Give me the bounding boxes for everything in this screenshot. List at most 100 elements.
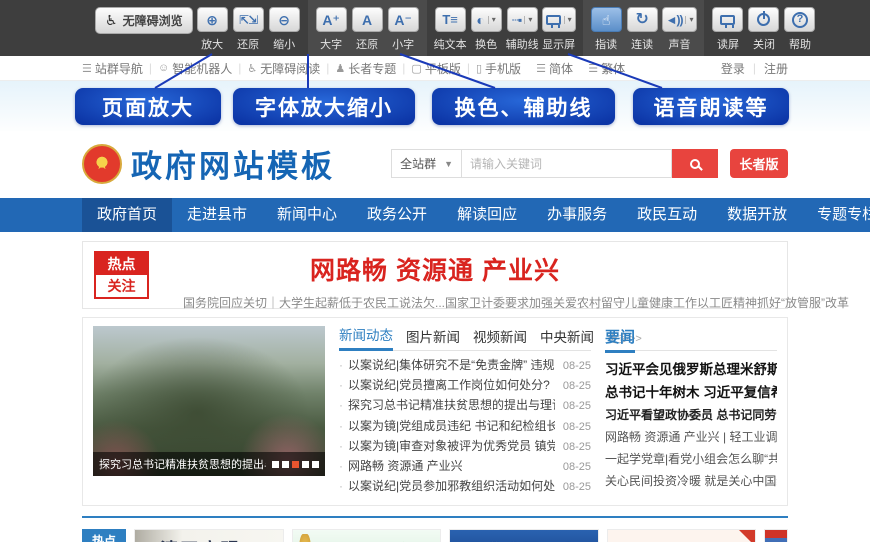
tab-photo-news[interactable]: 图片新闻 [406, 326, 460, 350]
utility-accessible-reading[interactable]: ♿无障碍阅读 [247, 60, 320, 77]
news-link[interactable]: 以案为镜|党组成员违纪 书记和纪检组长被问责 [348, 417, 555, 436]
news-link[interactable]: 以案说纪|集体研究不是“免责金牌” 违规发放津补贴被... [348, 356, 555, 375]
utility-simplified-chinese[interactable]: ☰简体 [536, 60, 573, 77]
point-read-button[interactable]: ☝ [591, 7, 622, 32]
font-decrease-icon: A⁻ [394, 13, 412, 27]
color-scheme-label: 换色 [475, 36, 497, 52]
display-screen-button[interactable]: ▾ [542, 7, 576, 32]
help-button[interactable]: ? [784, 7, 815, 32]
utility-elder-topic[interactable]: ♟长者专题 [335, 60, 396, 77]
annotation-band: 页面放大 字体放大缩小 换色、辅助线 语音朗读等 [0, 81, 870, 131]
chevron-down-icon[interactable]: ▾ [564, 16, 572, 24]
font-increase-button[interactable]: A⁺ [316, 7, 347, 32]
carousel-dot[interactable] [282, 461, 289, 468]
carousel-dot[interactable] [272, 461, 279, 468]
carousel-caption[interactable]: 探究习总书记精准扶贫思想的提出与理论基础 [99, 456, 266, 472]
topic-banner-partial[interactable] [764, 529, 788, 542]
reading-guide-button[interactable]: ┄▪▾ [507, 7, 538, 32]
search-scope-select[interactable]: 全站群 ▼ [391, 149, 462, 178]
nav-item-gov-disclosure[interactable]: 政务公开 [352, 198, 442, 232]
nav-item-open-data[interactable]: 数据开放 [712, 198, 802, 232]
nav-item-home[interactable]: 政府首页 [82, 198, 172, 232]
news-link[interactable]: 以案说纪|党员擅离工作岗位如何处分? [348, 376, 555, 395]
screen-reader-button[interactable] [712, 7, 743, 32]
news-tabs: 新闻动态 图片新闻 视频新闻 中央新闻 更多>> [339, 326, 591, 351]
carousel-dot[interactable] [312, 461, 319, 468]
carousel-caption-bar: 探究习总书记精准扶贫思想的提出与理论基础 [93, 452, 325, 476]
nav-item-about-county[interactable]: 走进县市 [172, 198, 262, 232]
font-increase-icon: A⁺ [322, 13, 340, 27]
important-news-link[interactable]: 网路畅 资源通 产业兴 | 轻工业调整和振兴规划 [605, 426, 777, 448]
news-link[interactable]: 探究习总书记精准扶贫思想的提出与理论基础 [348, 396, 555, 415]
topic-banner-two-sessions[interactable]: 聚焦全国两会 [449, 529, 599, 542]
carousel-dot[interactable] [302, 461, 309, 468]
news-carousel-image[interactable]: 探究习总书记精准扶贫思想的提出与理论基础 [93, 326, 325, 476]
elder-version-button[interactable]: 长者版 [730, 149, 788, 178]
utility-traditional-chinese[interactable]: ☰繁体 [588, 60, 625, 77]
chevron-down-icon[interactable]: ▾ [488, 16, 496, 24]
utility-tablet-version[interactable]: ▢平板版 [411, 60, 460, 77]
chevron-down-icon[interactable]: ▾ [524, 16, 532, 24]
toolbar-group-zoom: ♿ 无障碍浏览 ⊕ 放大 ⇱⇲ 还原 ⊖ 缩小 [88, 0, 308, 56]
important-news-link[interactable]: 总书记十年树木 习近平复信希腊学者 [605, 381, 777, 404]
tab-news-updates[interactable]: 新闻动态 [339, 324, 393, 351]
important-news-link[interactable]: 一起学党章|看党小组会怎么聊“共产主义渺茫论 [605, 448, 777, 470]
important-news-link[interactable]: 关心民间投资冷暖 就是关心中国经济冷暖 [605, 470, 777, 492]
news-list-panel: 新闻动态 图片新闻 视频新闻 中央新闻 更多>> ·以案说纪|集体研究不是“免责… [339, 326, 591, 497]
news-list-item: ·以案说纪|集体研究不是“免责金牌” 违规发放津补贴被...08-25 [339, 356, 591, 376]
font-decrease-button[interactable]: A⁻ [388, 7, 419, 32]
zoom-out-button[interactable]: ⊖ [269, 7, 300, 32]
important-news-link[interactable]: 习近平看望政协委员 总书记同劳动人民在一起 [605, 404, 777, 426]
tab-central-news[interactable]: 中央新闻 [540, 326, 594, 350]
close-toolbar-button[interactable] [748, 7, 779, 32]
nav-item-services[interactable]: 办事服务 [532, 198, 622, 232]
zoom-reset-icon: ⇱⇲ [239, 14, 257, 26]
tab-video-news[interactable]: 视频新闻 [473, 326, 527, 350]
zoom-in-button[interactable]: ⊕ [197, 7, 228, 32]
nav-item-news-center[interactable]: 新闻中心 [262, 198, 352, 232]
font-reset-icon: A [362, 13, 372, 27]
wheelchair-icon: ♿ [247, 62, 257, 75]
topic-banner-integrity[interactable]: 清正廉明廉 [134, 529, 284, 542]
carousel-dot-active[interactable] [292, 461, 299, 468]
nav-item-special-topics[interactable]: 专题专栏 [802, 198, 870, 232]
nav-item-interpretation[interactable]: 解读回应 [442, 198, 532, 232]
search-button[interactable] [672, 149, 718, 178]
continuous-read-button[interactable]: ↻ [627, 7, 658, 32]
hot-headline-link[interactable]: 网路畅 资源通 产业兴 [83, 242, 787, 287]
news-link[interactable]: 以案说纪|党员参加邪教组织活动如何处分? [348, 477, 555, 496]
news-link[interactable]: 网路畅 资源通 产业兴 [348, 457, 555, 476]
font-reset-button[interactable]: A [352, 7, 383, 32]
sound-button[interactable]: ◄))▾ [662, 7, 698, 32]
site-logo[interactable]: ★ 政府网站模板 [82, 141, 335, 186]
font-reset-label: 还原 [356, 36, 378, 52]
utility-smart-robot[interactable]: ☺智能机器人 [158, 60, 232, 77]
news-date: 08-25 [563, 438, 591, 457]
search-input[interactable] [462, 149, 672, 178]
utility-mobile-version[interactable]: ▯手机版 [476, 60, 521, 77]
hot-sub-link[interactable]: 国家卫计委要求加强关爱农村留守儿童健康工作 [445, 294, 697, 311]
topic-banner-education[interactable]: 大力推进义务教育专题 [292, 529, 442, 542]
hot-sub-links: 国务院回应关切｜大学生起薪低于农民工说法欠... 国家卫计委要求加强关爱农村留守… [83, 287, 787, 311]
accessibility-browse-button[interactable]: ♿ 无障碍浏览 [95, 7, 193, 34]
zoom-reset-button[interactable]: ⇱⇲ [233, 7, 264, 32]
topic-banner-mass-line[interactable]: 坚持党的群众路线 [607, 529, 757, 542]
register-link[interactable]: 注册 [764, 60, 788, 77]
utility-site-group-nav[interactable]: ☰站群导航 [82, 60, 143, 77]
accessibility-browse-label: 无障碍浏览 [123, 12, 183, 29]
callout-voice-reading: 语音朗读等 [633, 88, 789, 125]
wheelchair-icon: ♿ [105, 12, 118, 29]
plain-text-label: 纯文本 [434, 36, 467, 52]
hot-sub-link[interactable]: 以工匠精神抓好“放管服”改革 [697, 294, 849, 311]
news-list-item: ·以案为镜|审查对象被评为优秀党员 镇党委6人被问责08-25 [339, 437, 591, 457]
important-news-link[interactable]: 习近平会见俄罗斯总理米舒斯京 [605, 358, 777, 381]
plain-text-button[interactable]: T≡ [435, 7, 466, 32]
hot-sub-link[interactable]: 国务院回应关切｜大学生起薪低于农民工说法欠... [183, 294, 445, 311]
news-link[interactable]: 以案为镜|审查对象被评为优秀党员 镇党委6人被问责 [348, 437, 555, 456]
login-link[interactable]: 登录 [721, 60, 745, 77]
chevron-down-icon[interactable]: ▾ [685, 16, 693, 24]
tablet-icon: ▢ [411, 62, 421, 75]
nav-item-interaction[interactable]: 政民互动 [622, 198, 712, 232]
color-scheme-button[interactable]: ◐▾ [471, 7, 502, 32]
news-date: 08-25 [563, 458, 591, 477]
